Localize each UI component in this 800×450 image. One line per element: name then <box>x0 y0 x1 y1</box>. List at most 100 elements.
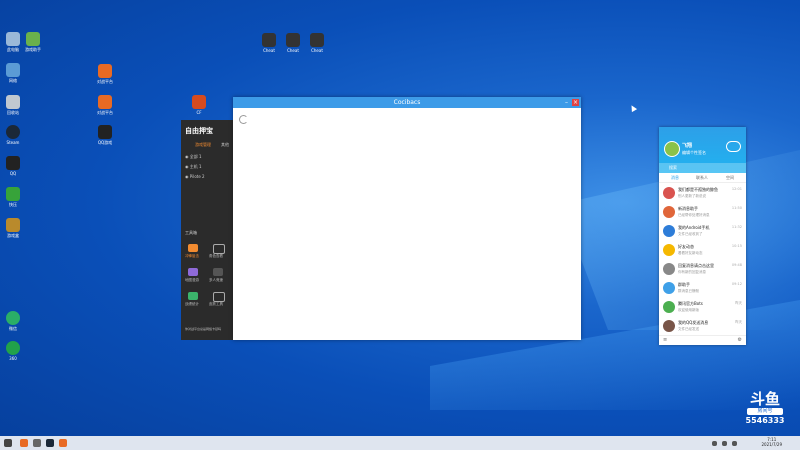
last-message: 别人更新了新说说 <box>678 194 706 198</box>
contact-name: 新消息助手 <box>678 206 698 211</box>
taskbar-app-icon[interactable] <box>33 439 41 447</box>
avatar <box>663 320 675 332</box>
taskbar-app-icon[interactable] <box>59 439 67 447</box>
tab-messages[interactable]: 消息 <box>671 175 679 181</box>
avatar[interactable] <box>664 141 680 157</box>
recycle-bin-icon <box>6 95 20 109</box>
gift-icon[interactable] <box>213 292 225 302</box>
tool-label: 冲锋狙击 <box>185 254 199 258</box>
desktop-icon-wechat[interactable]: 微信 <box>0 311 26 331</box>
volume-icon[interactable] <box>732 441 737 446</box>
desktop-icon-cf[interactable]: CF <box>186 95 212 115</box>
search-input[interactable]: 搜索 <box>659 163 746 173</box>
taskbar-app-icon[interactable] <box>20 439 28 447</box>
minimize-icon[interactable]: – <box>563 99 570 106</box>
avatar <box>663 206 675 218</box>
contact-name: 回复消息请点击这里 <box>678 263 714 268</box>
desktop-icon-kuaiya[interactable]: 快压 <box>0 187 26 207</box>
gear-icon[interactable]: ⚙ <box>738 337 742 343</box>
taskbar-clock[interactable]: 7:11 2021/7/29 <box>761 437 782 447</box>
game-platform-window: 自由押宝 游戏管理 其他 ◉ 全部 1 ◉ 主机 1 ◉ Pilote 2 工具… <box>181 120 236 340</box>
file-icon <box>286 33 300 47</box>
list-item[interactable]: 腾讯官方Bots 欢迎使用新版 昨天 <box>659 298 746 317</box>
penguin-icon <box>6 156 20 170</box>
tray-icon[interactable] <box>712 441 717 446</box>
tab-space[interactable]: 空间 <box>726 175 734 181</box>
list-item[interactable]: 我的Android手机 文件已经收到了 11:32 <box>659 222 746 241</box>
taskbar-steam-icon[interactable] <box>46 439 54 447</box>
tab-other[interactable]: 其他 <box>221 142 229 148</box>
qq-signature[interactable]: 编辑个性签名 <box>682 150 706 156</box>
contact-name: 腾讯官方Bots <box>678 301 703 306</box>
desktop-icon-360[interactable]: 360 <box>0 341 26 361</box>
list-item[interactable]: 回复消息请点击这里 你有新的回复消息 09:48 <box>659 260 746 279</box>
desktop-icon-steam[interactable]: Steam <box>0 125 26 145</box>
list-item[interactable]: 群助手 群消息已静默 09:12 <box>659 279 746 298</box>
watermark-sub: 房间号 <box>747 408 783 415</box>
desktop-icon-qq-game[interactable]: QQ游戏 <box>92 125 118 145</box>
list-item[interactable]: ◉ Pilote 2 <box>185 174 205 179</box>
tray-icon[interactable] <box>722 441 727 446</box>
message-time: 昨天 <box>735 301 742 305</box>
desktop-icon-recycle-bin[interactable]: 回收站 <box>0 95 26 115</box>
list-item[interactable]: ◉ 全部 1 <box>185 154 202 160</box>
tool-label: 多人竞速 <box>209 278 223 282</box>
weather-icon <box>726 141 741 152</box>
file-icon <box>310 33 324 47</box>
desktop-icon-platform-1[interactable]: 对战平台 <box>92 64 118 84</box>
main-window: Cocibacs – × <box>233 97 581 340</box>
list-item[interactable]: 我们都是不孤独的鲸鱼 别人更新了新说说 12:01 <box>659 184 746 203</box>
tool-icon[interactable] <box>188 292 198 300</box>
tab-game-manage[interactable]: 游戏管理 <box>195 142 211 148</box>
list-item[interactable]: 我的QQ发送消息 文件已经发送 昨天 <box>659 317 746 336</box>
user-icon[interactable] <box>213 244 225 254</box>
list-item[interactable]: 好友动态 看看好友新动态 10:15 <box>659 241 746 260</box>
tool-icon[interactable] <box>188 268 198 276</box>
qq-bottom-bar: ≡ ⚙ <box>659 335 746 345</box>
desktop-icon-cheat-3[interactable]: Cheat <box>304 33 330 53</box>
qq-nickname: 飞翔 <box>682 143 693 149</box>
toolbox-heading: 工具箱 <box>185 230 197 235</box>
tool-label: 皮肤工具 <box>209 302 223 306</box>
desktop-icon-qq[interactable]: QQ <box>0 156 26 176</box>
desktop-icon-game-box[interactable]: 游戏盒 <box>0 218 26 238</box>
tool-label: 地图漫游 <box>185 278 199 282</box>
loading-spinner-icon <box>239 115 248 124</box>
app-logo: 自由押宝 <box>185 127 213 135</box>
window-titlebar[interactable]: Cocibacs – × <box>233 97 581 108</box>
steam-icon <box>6 125 20 139</box>
wechat-icon <box>6 311 20 325</box>
desktop-icon-cheat-2[interactable]: Cheat <box>280 33 306 53</box>
taskbar: 7:11 2021/7/29 <box>0 436 800 450</box>
close-icon[interactable]: × <box>572 99 579 106</box>
tool-icon[interactable] <box>188 244 198 252</box>
qq-panel: 飞翔 编辑个性签名 搜索 消息 联系人 空间 我们都是不孤独的鲸鱼 别人更新了新说… <box>659 127 746 345</box>
windows-start-icon[interactable] <box>4 439 12 447</box>
douyu-watermark: 斗鱼 房间号 5546333 <box>743 391 787 425</box>
message-time: 12:01 <box>731 187 742 191</box>
footer-text[interactable]: 你对战平台总是网络卡顿吗 <box>185 327 221 331</box>
app-icon <box>6 187 20 201</box>
tool-icon[interactable] <box>213 268 223 276</box>
list-item[interactable]: ◉ 主机 1 <box>185 164 202 170</box>
message-time: 11:32 <box>731 225 742 229</box>
contact-name: 群助手 <box>678 282 690 287</box>
list-item[interactable]: 新消息助手 已经帮你处理好消息 11:50 <box>659 203 746 222</box>
message-time: 昨天 <box>735 320 742 324</box>
desktop-icon-platform-2[interactable]: 对战平台 <box>92 95 118 115</box>
desktop-icon-network[interactable]: 网络 <box>0 63 26 83</box>
menu-icon[interactable]: ≡ <box>663 337 667 343</box>
desktop-icon-cheat-1[interactable]: Cheat <box>256 33 282 53</box>
last-message: 文件已经收到了 <box>678 232 703 236</box>
app-icon <box>6 341 20 355</box>
message-time: 10:15 <box>731 244 742 248</box>
desktop-icon-game-helper[interactable]: 游戏助手 <box>20 32 46 52</box>
contact-name: 我们都是不孤独的鲸鱼 <box>678 187 718 192</box>
avatar <box>663 225 675 237</box>
tab-contacts[interactable]: 联系人 <box>696 175 708 181</box>
avatar <box>663 263 675 275</box>
last-message: 已经帮你处理好消息 <box>678 213 710 217</box>
message-time: 09:12 <box>731 282 742 286</box>
penguin-icon <box>98 125 112 139</box>
network-icon <box>6 63 20 77</box>
